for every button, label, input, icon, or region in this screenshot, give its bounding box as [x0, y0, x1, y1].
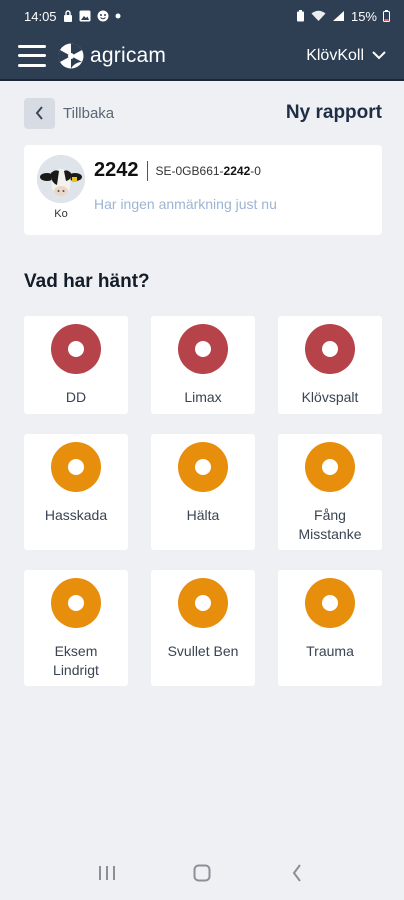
recent-apps-icon: [99, 866, 116, 880]
recent-apps-button[interactable]: [87, 853, 127, 893]
back-nav-button[interactable]: [277, 853, 317, 893]
dot-icon: [115, 13, 121, 19]
cow-icon: [37, 155, 85, 203]
wifi-icon: [311, 10, 326, 21]
event-tile-svullet-ben[interactable]: Svullet Ben: [151, 570, 255, 686]
event-label: Svullet Ben: [167, 643, 239, 659]
severity-ring-icon: [51, 442, 101, 492]
status-bar: 14:05 15%: [0, 0, 404, 32]
page-title: Ny rapport: [285, 102, 382, 123]
event-tile-fang-misstanke[interactable]: Fång Misstanke: [278, 434, 382, 550]
event-label: Hasskada: [44, 507, 108, 523]
home-icon: [193, 864, 211, 882]
agricam-logo-icon: [58, 42, 84, 68]
event-grid: DD Limax Klövspalt Hasskada Hälta Fång M…: [24, 316, 382, 686]
chevron-left-icon: [35, 106, 43, 120]
severity-ring-icon: [178, 324, 228, 374]
menu-icon[interactable]: [18, 44, 46, 67]
home-button[interactable]: [182, 853, 222, 893]
face-icon: [97, 10, 109, 22]
battery-saver-icon: [296, 10, 304, 22]
event-label: DD: [65, 389, 87, 405]
event-tile-trauma[interactable]: Trauma: [278, 570, 382, 686]
event-label: Hälta: [186, 507, 220, 523]
severity-ring-icon: [305, 442, 355, 492]
back-arrow-box[interactable]: [24, 97, 55, 129]
animal-card: Ko 2242 SE-0GB661-2242-0 Har ingen anmär…: [24, 145, 382, 235]
severity-ring-icon: [178, 442, 228, 492]
clock: 14:05: [24, 8, 57, 24]
severity-ring-icon: [305, 324, 355, 374]
animal-type-label: Ko: [54, 208, 68, 220]
app-bar: agricam KlövKoll: [0, 32, 404, 81]
remark-text: Har ingen anmärkning just nu: [94, 196, 277, 212]
animal-number: 2242: [94, 159, 139, 181]
event-label: Fång Misstanke: [298, 507, 362, 542]
section-heading: Vad har hänt?: [24, 271, 150, 292]
brand-name: agricam: [90, 43, 167, 67]
ear-tag-number: SE-0GB661-2242-0: [156, 164, 261, 178]
event-tile-klovspalt[interactable]: Klövspalt: [278, 316, 382, 414]
event-tile-eksem-lindrigt[interactable]: Eksem Lindrigt: [24, 570, 128, 686]
event-label: Eksem Lindrigt: [53, 643, 99, 678]
farm-selector[interactable]: KlövKoll: [306, 47, 386, 65]
event-tile-halta[interactable]: Hälta: [151, 434, 255, 550]
event-label: Trauma: [306, 643, 354, 659]
event-tile-dd[interactable]: DD: [24, 316, 128, 414]
chevron-down-icon: [372, 51, 386, 60]
signal-icon: [332, 11, 344, 21]
severity-ring-icon: [305, 578, 355, 628]
back-button[interactable]: Tillbaka: [24, 97, 114, 129]
ear-tag-prefix: SE-0GB661-: [155, 163, 224, 178]
farm-name: KlövKoll: [306, 46, 364, 64]
severity-ring-icon: [178, 578, 228, 628]
event-tile-hasskada[interactable]: Hasskada: [24, 434, 128, 550]
image-icon: [79, 10, 91, 22]
cow-avatar: [37, 155, 85, 203]
brand: agricam: [58, 42, 167, 69]
lock-icon: [63, 10, 72, 22]
ear-tag-bold: 2242: [223, 163, 251, 178]
ear-tag-suffix: -0: [250, 163, 261, 178]
back-nav-icon: [292, 864, 301, 882]
event-label: Limax: [184, 389, 222, 405]
severity-ring-icon: [51, 578, 101, 628]
event-tile-limax[interactable]: Limax: [151, 316, 255, 414]
id-separator: [146, 160, 148, 181]
system-nav-bar: [0, 846, 404, 900]
severity-ring-icon: [51, 324, 101, 374]
battery-icon: [383, 10, 390, 22]
back-label[interactable]: Tillbaka: [63, 105, 114, 122]
battery-level: 15%: [350, 8, 377, 24]
event-label: Klövspalt: [301, 389, 359, 405]
page-header: Tillbaka Ny rapport: [24, 96, 382, 130]
